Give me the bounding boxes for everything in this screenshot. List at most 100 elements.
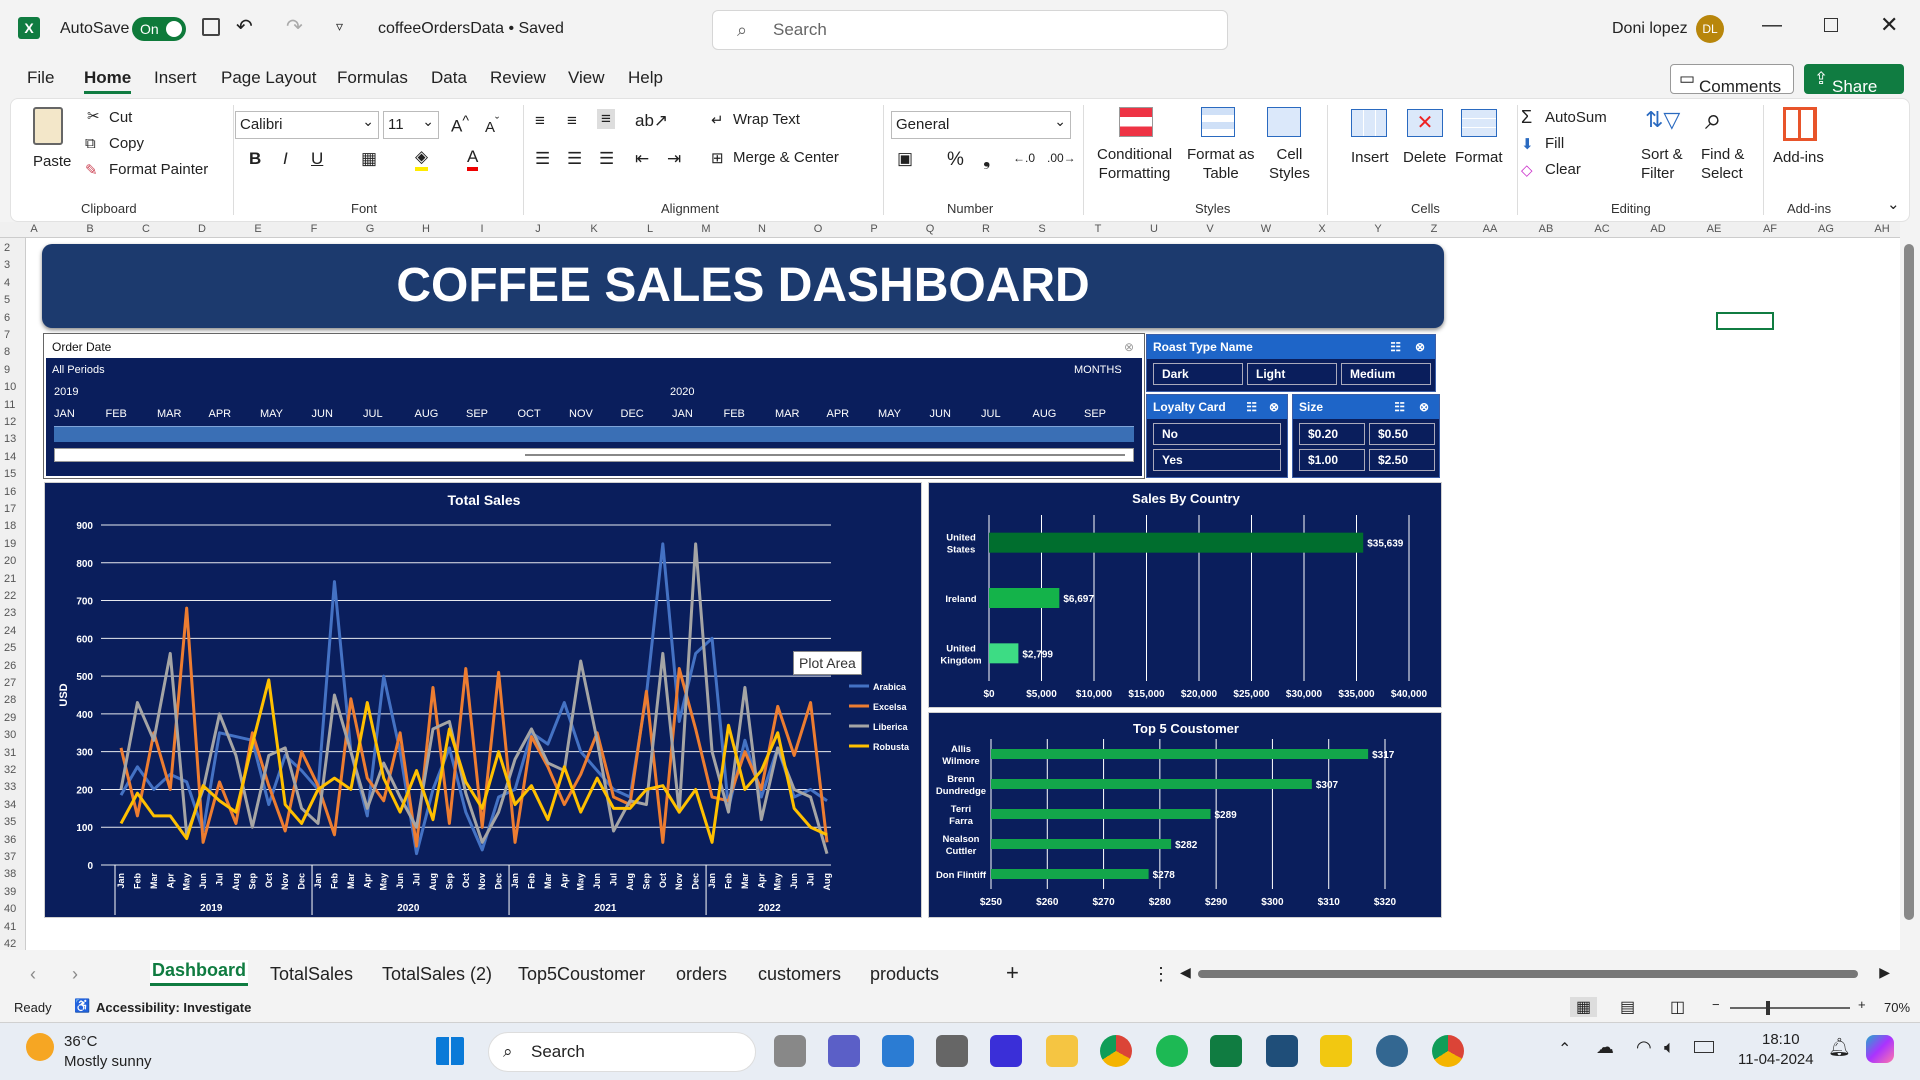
conditional-formatting-icon[interactable] [1119, 107, 1153, 137]
timeline-month[interactable]: JUN [312, 408, 333, 420]
row-header[interactable]: 26 [4, 660, 16, 672]
column-header[interactable]: N [752, 223, 772, 235]
sheet-tab-dashboard[interactable]: Dashboard [150, 960, 249, 986]
zoom-slider[interactable] [1730, 1001, 1850, 1015]
timeline-month[interactable]: OCT [518, 408, 541, 420]
clear-filter-icon[interactable]: ⊗ [1269, 395, 1279, 419]
loyalty-card-slicer[interactable]: Loyalty Card ☷ ⊗ No Yes [1146, 394, 1288, 478]
column-header[interactable]: P [864, 223, 884, 235]
row-header[interactable]: 35 [4, 816, 16, 828]
align-bottom-icon[interactable]: ≡ [597, 109, 615, 129]
timeline-month[interactable]: JUL [981, 408, 1001, 420]
app2-icon[interactable] [1266, 1035, 1298, 1067]
row-header[interactable]: 37 [4, 851, 16, 863]
find-select-icon[interactable]: ⌕ [1705, 103, 1722, 137]
row-header[interactable]: 34 [4, 799, 16, 811]
insert-cells-icon[interactable] [1351, 109, 1387, 137]
restore-icon[interactable] [1824, 18, 1838, 32]
format-painter-button[interactable]: Format Painter [109, 161, 208, 178]
column-header[interactable]: L [640, 223, 660, 235]
battery-icon[interactable] [1694, 1041, 1714, 1053]
postgres-icon[interactable] [1376, 1035, 1408, 1067]
timeline-month[interactable]: MAR [775, 408, 799, 420]
row-header[interactable]: 7 [4, 329, 10, 341]
tab-data[interactable]: Data [431, 68, 467, 88]
normal-view-icon[interactable]: ▦ [1570, 997, 1598, 1017]
row-header[interactable]: 39 [4, 886, 16, 898]
row-header[interactable]: 19 [4, 538, 16, 550]
row-header[interactable]: 31 [4, 747, 16, 759]
teams-icon[interactable] [828, 1035, 860, 1067]
store-icon[interactable] [882, 1035, 914, 1067]
tab-review[interactable]: Review [490, 68, 546, 88]
clock-date[interactable]: 11-04-2024 [1738, 1051, 1814, 1068]
size-slicer[interactable]: Size ☷ ⊗ $0.20 $0.50 $1.00 $2.50 [1292, 394, 1440, 478]
column-header[interactable]: B [80, 223, 100, 235]
wifi-icon[interactable]: ◠ [1636, 1037, 1652, 1058]
fill-button[interactable]: Fill [1545, 135, 1564, 152]
redo-icon[interactable]: ↷ [286, 14, 303, 39]
font-size-select[interactable]: 11 [383, 108, 439, 139]
copilot-icon[interactable] [1866, 1035, 1894, 1063]
notification-icon[interactable]: 🔔︎ [1828, 1037, 1851, 1058]
comments-button[interactable]: ▭ Comments [1670, 64, 1794, 96]
timeline-month[interactable]: FEB [106, 408, 127, 420]
comma-style-icon[interactable]: ❟ [983, 149, 990, 171]
row-header[interactable]: 18 [4, 520, 16, 532]
italic-icon[interactable]: I [283, 149, 288, 169]
align-center-icon[interactable]: ☰ [567, 149, 582, 169]
powerbi-icon[interactable] [1320, 1035, 1352, 1067]
column-header[interactable]: AC [1592, 223, 1612, 235]
close-icon[interactable]: ✕ [1880, 12, 1898, 38]
share-button[interactable]: ⇪ Share [1804, 64, 1904, 96]
sort-filter-icon[interactable]: ⇅▽ [1645, 107, 1680, 133]
column-header[interactable]: AG [1816, 223, 1836, 235]
format-as-table-button[interactable]: Format as Table [1187, 145, 1255, 183]
column-header[interactable]: D [192, 223, 212, 235]
slicer-item-size-0[interactable]: $0.20 [1299, 423, 1365, 445]
slicer-item-size-2[interactable]: $1.00 [1299, 449, 1365, 471]
chrome2-icon[interactable] [1432, 1035, 1464, 1067]
fill-color-icon[interactable]: ◈ [415, 147, 429, 171]
row-header[interactable]: 27 [4, 677, 16, 689]
column-header[interactable]: T [1088, 223, 1108, 235]
sheet-tab-products[interactable]: products [870, 964, 939, 985]
order-date-timeline[interactable]: Order Date ⊗ All Periods MONTHS 2019 202… [44, 334, 1144, 478]
timeline-selection-bar[interactable] [54, 426, 1134, 442]
row-header[interactable]: 9 [4, 364, 10, 376]
column-header[interactable]: AA [1480, 223, 1500, 235]
sort-filter-button[interactable]: Sort & Filter [1641, 145, 1683, 183]
column-header[interactable]: W [1256, 223, 1276, 235]
avatar[interactable]: DL [1696, 15, 1724, 43]
find-select-button[interactable]: Find & Select [1701, 145, 1744, 183]
column-header[interactable]: G [360, 223, 380, 235]
timeline-month[interactable]: AUG [415, 408, 439, 420]
number-format-select[interactable]: General [891, 108, 1071, 139]
slicer-item-size-1[interactable]: $0.50 [1369, 423, 1435, 445]
align-middle-icon[interactable]: ≡ [567, 111, 577, 131]
font-color-icon[interactable]: A [467, 147, 479, 171]
tab-insert[interactable]: Insert [154, 68, 197, 88]
orientation-icon[interactable]: ab↗ [635, 111, 668, 131]
search-input[interactable]: ⌕ Search [712, 10, 1228, 50]
column-header[interactable]: R [976, 223, 996, 235]
onedrive-icon[interactable]: ☁ [1596, 1037, 1614, 1058]
scroll-left-icon[interactable]: ◀ [1180, 964, 1191, 981]
cell-styles-icon[interactable] [1267, 107, 1301, 137]
align-top-icon[interactable]: ≡ [535, 111, 545, 131]
show-hidden-icon[interactable]: ⌃ [1558, 1039, 1571, 1059]
cell-styles-button[interactable]: Cell Styles [1269, 145, 1310, 183]
multi-select-icon[interactable]: ☷ [1394, 395, 1405, 419]
format-as-table-icon[interactable] [1201, 107, 1235, 137]
column-header[interactable]: X [1312, 223, 1332, 235]
vertical-scrollbar[interactable] [1900, 222, 1920, 950]
delete-cells-icon[interactable]: ✕ [1407, 109, 1443, 137]
timeline-month[interactable]: APR [827, 408, 850, 420]
multi-select-icon[interactable]: ☷ [1246, 395, 1257, 419]
clear-filter-icon[interactable]: ⊗ [1124, 336, 1134, 358]
column-header[interactable]: F [304, 223, 324, 235]
file-name[interactable]: coffeeOrdersData • Saved [378, 20, 564, 38]
row-header[interactable]: 42 [4, 938, 16, 950]
column-header[interactable]: Z [1424, 223, 1444, 235]
column-header[interactable]: Y [1368, 223, 1388, 235]
